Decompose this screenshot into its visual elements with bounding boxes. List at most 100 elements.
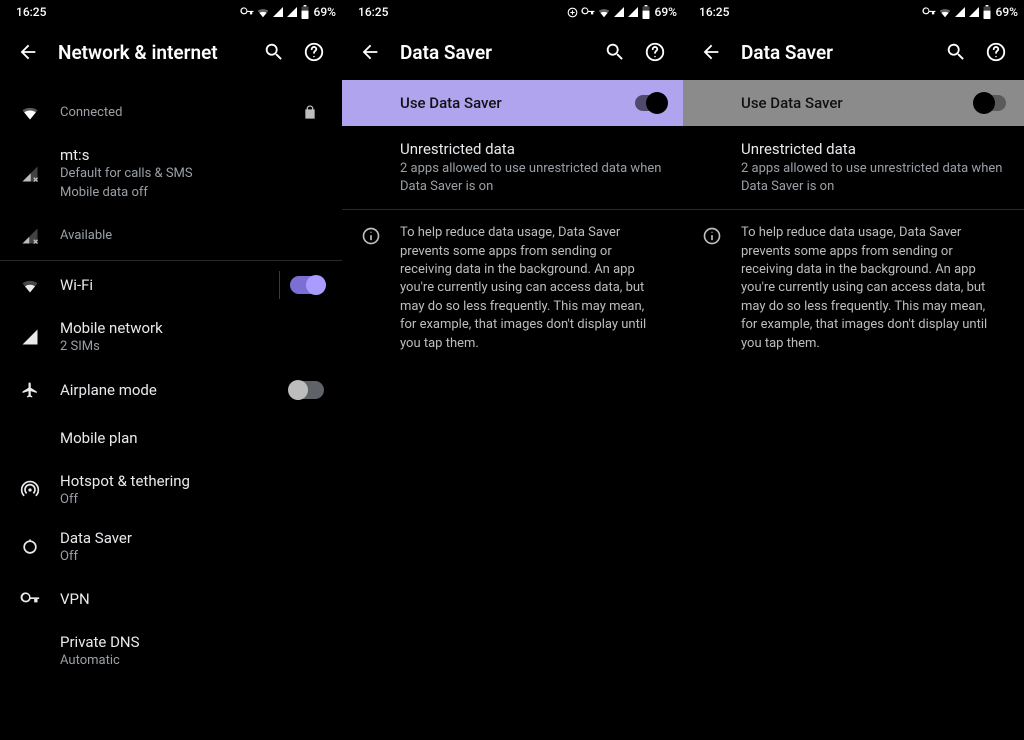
sim2-label: Available (60, 228, 324, 243)
vpn-key-icon (240, 5, 254, 19)
use-data-saver-switch-row[interactable]: Use Data Saver (683, 80, 1024, 126)
mts-title: mt:s (60, 146, 324, 164)
page-title: Data Saver (731, 41, 936, 64)
unrestricted-data-row[interactable]: Unrestricted data 2 apps allowed to use … (683, 126, 1024, 209)
toolbar: Data Saver (342, 24, 683, 80)
hotspot-sub: Off (60, 492, 324, 509)
help-button[interactable] (976, 32, 1016, 72)
private-dns-sub: Automatic (60, 653, 324, 670)
hotspot-row[interactable]: Hotspot & tethering Off (0, 462, 342, 519)
battery-percent: 69% (996, 5, 1018, 19)
search-icon (945, 41, 967, 63)
private-dns-title: Private DNS (60, 633, 324, 651)
mobile-network-title: Mobile network (60, 319, 324, 337)
back-button[interactable] (8, 32, 48, 72)
search-icon (604, 41, 626, 63)
wifi-icon (256, 5, 270, 19)
data-saver-row[interactable]: Data Saver Off (0, 519, 342, 576)
mts-row[interactable]: mt:s Default for calls & SMS Mobile data… (0, 136, 342, 212)
status-time: 16:25 (699, 5, 729, 19)
signal-off-icon (21, 165, 39, 183)
toolbar: Data Saver (683, 24, 1024, 80)
status-bar: 16:25 69% (0, 0, 342, 24)
search-button[interactable] (254, 32, 294, 72)
info-icon (702, 226, 722, 246)
unrestricted-title: Unrestricted data (741, 140, 1006, 158)
mobile-network-sub: 2 SIMs (60, 339, 324, 356)
toolbar: Network & internet (0, 24, 342, 80)
unrestricted-title: Unrestricted data (400, 140, 665, 158)
data-saver-info: To help reduce data usage, Data Saver pr… (342, 210, 683, 367)
mobile-plan-row[interactable]: Mobile plan (0, 414, 342, 462)
use-data-saver-label: Use Data Saver (400, 94, 635, 112)
vpn-key-icon (922, 5, 936, 19)
wifi-toggle[interactable] (290, 276, 324, 294)
page-title: Data Saver (390, 41, 595, 64)
signal-icon (613, 6, 625, 18)
data-saver-info-text: To help reduce data usage, Data Saver pr… (400, 224, 665, 353)
hotspot-title: Hotspot & tethering (60, 472, 324, 490)
search-button[interactable] (936, 32, 976, 72)
battery-icon (641, 5, 651, 19)
sim2-row[interactable]: Available (0, 212, 342, 260)
wifi-icon (20, 102, 40, 122)
wifi-icon (938, 5, 952, 19)
airplane-title: Airplane mode (60, 381, 290, 399)
signal-icon (954, 6, 966, 18)
page-title: Network & internet (48, 41, 254, 64)
status-bar: 16:25 69% (342, 0, 683, 24)
search-button[interactable] (595, 32, 635, 72)
vpn-row[interactable]: VPN (0, 575, 342, 623)
battery-icon (982, 5, 992, 19)
help-icon (644, 41, 666, 63)
private-dns-row[interactable]: Private DNS Automatic (0, 623, 342, 680)
mobile-network-row[interactable]: Mobile network 2 SIMs (0, 309, 342, 366)
wifi-connected-row[interactable]: Connected (0, 88, 342, 136)
vpn-title: VPN (60, 590, 324, 608)
airplane-row[interactable]: Airplane mode (0, 366, 342, 414)
wifi-connected-label: Connected (60, 105, 296, 120)
battery-percent: 69% (314, 5, 336, 19)
use-data-saver-toggle[interactable] (635, 95, 665, 111)
data-saver-status-icon (566, 6, 579, 19)
signal-icon (968, 6, 980, 18)
help-icon (985, 41, 1007, 63)
arrow-back-icon (359, 41, 381, 63)
signal-icon (627, 6, 639, 18)
mobile-plan-title: Mobile plan (60, 429, 324, 447)
data-saver-title: Data Saver (60, 529, 324, 547)
data-saver-info: To help reduce data usage, Data Saver pr… (683, 210, 1024, 367)
vpn-key-icon (581, 5, 595, 19)
status-bar: 16:25 69% (683, 0, 1024, 24)
wifi-icon (597, 5, 611, 19)
signal-icon (21, 328, 39, 346)
vpn-key-icon (20, 589, 40, 609)
status-time: 16:25 (16, 5, 46, 19)
lock-icon (302, 104, 318, 120)
mts-sub2: Mobile data off (60, 185, 324, 202)
screen-network-internet: 16:25 69% Network & internet Connected (0, 0, 342, 740)
unrestricted-data-row[interactable]: Unrestricted data 2 apps allowed to use … (342, 126, 683, 209)
help-icon (303, 41, 325, 63)
help-button[interactable] (294, 32, 334, 72)
back-button[interactable] (691, 32, 731, 72)
wifi-row[interactable]: Wi-Fi (0, 261, 342, 309)
status-icons: 69% (566, 5, 677, 19)
screen-data-saver-off: 16:25 69% Data Saver Use Data Saver Unre… (683, 0, 1024, 740)
back-button[interactable] (350, 32, 390, 72)
settings-list: Connected mt:s Default for calls & SMS M… (0, 80, 342, 680)
use-data-saver-toggle[interactable] (976, 95, 1006, 111)
signal-icon (272, 6, 284, 18)
data-saver-info-text: To help reduce data usage, Data Saver pr… (741, 224, 1006, 353)
hotspot-icon (20, 480, 40, 500)
search-icon (263, 41, 285, 63)
signal-off-icon (21, 227, 39, 245)
status-icons: 69% (922, 5, 1018, 19)
wifi-icon (20, 275, 40, 295)
airplane-icon (21, 381, 39, 399)
status-icons: 69% (240, 5, 336, 19)
help-button[interactable] (635, 32, 675, 72)
use-data-saver-switch-row[interactable]: Use Data Saver (342, 80, 683, 126)
data-saver-sub: Off (60, 549, 324, 566)
airplane-toggle[interactable] (290, 381, 324, 399)
